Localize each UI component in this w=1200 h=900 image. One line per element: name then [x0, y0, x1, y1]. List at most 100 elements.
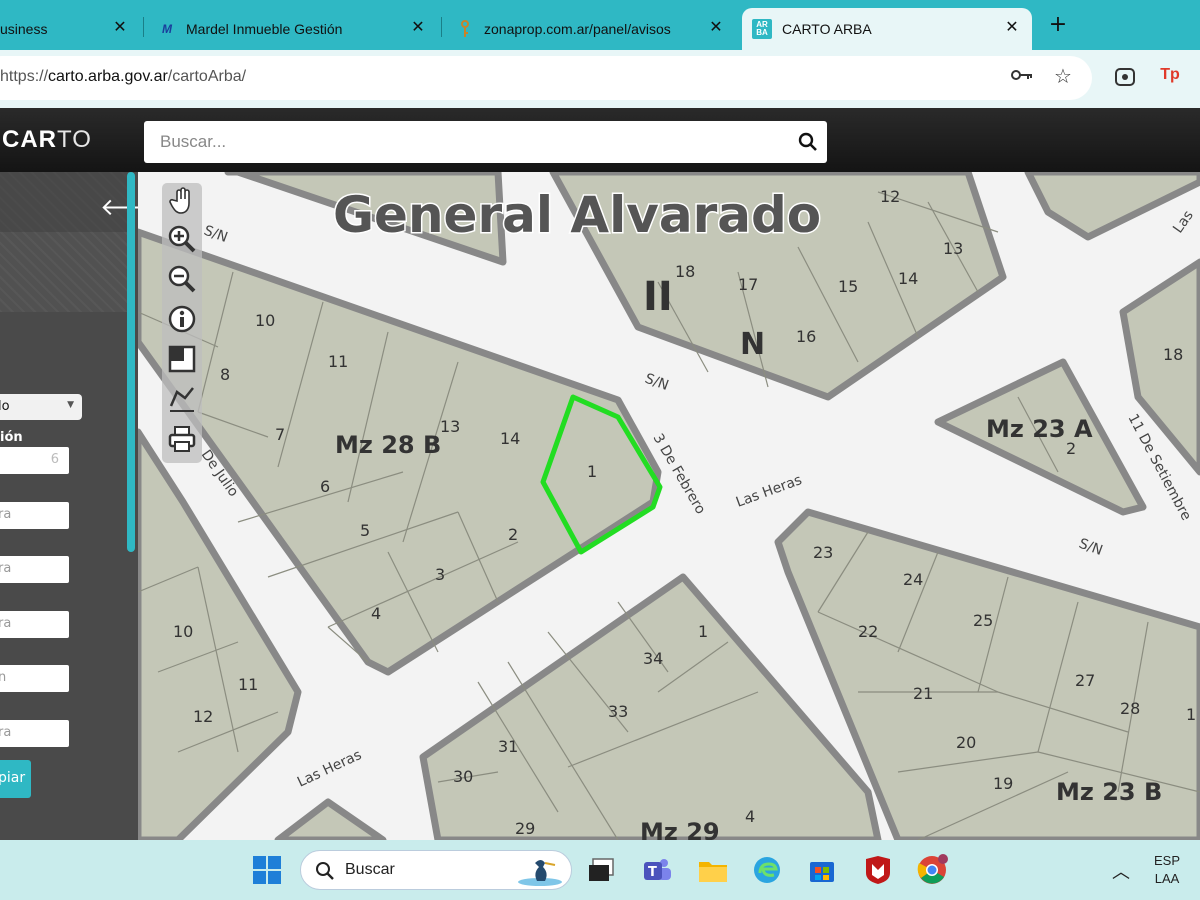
- arba-logo-icon: AR BA: [752, 19, 772, 39]
- svg-text:12: 12: [193, 707, 213, 726]
- tp-extension-icon[interactable]: Tp: [1159, 66, 1181, 88]
- field-1[interactable]: 6: [0, 447, 69, 474]
- address-bar[interactable]: https://carto.arba.gov.ar/cartoArba/ ☆: [0, 56, 1092, 100]
- tab-label: CARTO ARBA: [782, 21, 872, 37]
- svg-text:8: 8: [220, 365, 230, 384]
- svg-text:4: 4: [371, 604, 381, 623]
- svg-text:33: 33: [608, 702, 628, 721]
- tab-label: zonaprop.com.ar/panel/avisos: [484, 21, 671, 37]
- svg-text:18: 18: [1163, 345, 1183, 364]
- language-indicator[interactable]: ESP LAA: [1154, 852, 1180, 888]
- field-5[interactable]: n: [0, 665, 69, 692]
- chevron-down-icon: ▼: [67, 400, 74, 410]
- search-icon[interactable]: [797, 131, 819, 153]
- street-label: Las Heras: [734, 472, 804, 511]
- zoom-out-icon[interactable]: [166, 263, 198, 295]
- chevron-up-icon[interactable]: ︿: [1112, 858, 1130, 884]
- info-icon[interactable]: [166, 303, 198, 335]
- pan-hand-icon[interactable]: [166, 185, 198, 217]
- svg-text:19: 19: [993, 774, 1013, 793]
- svg-text:12: 12: [880, 187, 900, 206]
- task-view-icon[interactable]: [585, 854, 617, 886]
- svg-text:2: 2: [508, 525, 518, 544]
- svg-text:14: 14: [898, 269, 918, 288]
- file-explorer-icon[interactable]: [697, 854, 729, 886]
- street-label: S/N: [202, 223, 230, 246]
- svg-text:6: 6: [320, 477, 330, 496]
- search-icon: [315, 861, 335, 885]
- tab-label: usiness: [0, 21, 48, 37]
- url-text: https://carto.arba.gov.ar/cartoArba/: [0, 68, 247, 85]
- tab-business[interactable]: usiness ✕: [0, 8, 140, 50]
- tab-mardel[interactable]: M Mardel Inmueble Gestión ✕: [158, 8, 438, 50]
- svg-text:7: 7: [275, 425, 285, 444]
- svg-text:30: 30: [453, 767, 473, 786]
- extension-icon[interactable]: [1114, 66, 1136, 88]
- side-panel: 🡐 lo ▼ ión 6 ra ra ra n ra piar: [0, 172, 138, 840]
- windows-start-icon[interactable]: [251, 854, 283, 886]
- store-icon[interactable]: [806, 854, 838, 886]
- field-2[interactable]: ra: [0, 502, 69, 529]
- star-icon[interactable]: ☆: [1051, 64, 1075, 88]
- map-toolbar: [162, 183, 202, 463]
- tab-separator: [441, 17, 442, 37]
- tab-carto-arba[interactable]: AR BA CARTO ARBA ✕: [742, 8, 1032, 50]
- street-label: Las: [1170, 208, 1197, 237]
- search-input[interactable]: [160, 129, 760, 155]
- close-icon[interactable]: ✕: [1002, 17, 1022, 37]
- mcafee-icon[interactable]: [862, 854, 894, 886]
- svg-text:5: 5: [360, 521, 370, 540]
- close-icon[interactable]: ✕: [110, 17, 130, 37]
- svg-text:34: 34: [643, 649, 663, 668]
- copy-button[interactable]: piar: [0, 760, 31, 798]
- teams-icon[interactable]: T: [641, 854, 673, 886]
- close-icon[interactable]: ✕: [408, 17, 428, 37]
- svg-text:20: 20: [956, 733, 976, 752]
- close-icon[interactable]: ✕: [706, 17, 726, 37]
- svg-text:1: 1: [587, 462, 597, 481]
- field-4[interactable]: ra: [0, 611, 69, 638]
- street-label: S/N: [1077, 536, 1105, 559]
- app-header: CARTO: [0, 108, 1200, 172]
- windows-taskbar: Buscar T ︿ ESP LAA: [0, 840, 1200, 900]
- svg-text:10: 10: [255, 311, 275, 330]
- svg-text:16: 16: [796, 327, 816, 346]
- extent-icon[interactable]: [166, 343, 198, 375]
- key-icon[interactable]: [1010, 66, 1034, 87]
- svg-text:10: 10: [173, 622, 193, 641]
- taskbar-search[interactable]: Buscar: [300, 850, 572, 890]
- block-label-mz23a: Mz 23 A: [986, 415, 1093, 443]
- zoom-in-icon[interactable]: [166, 223, 198, 255]
- section-label: ión: [0, 430, 23, 445]
- svg-text:4: 4: [745, 807, 755, 826]
- svg-text:14: 14: [500, 429, 520, 448]
- bird-icon: [515, 855, 565, 891]
- search-bar: [144, 121, 827, 163]
- carto-logo: CARTO: [2, 126, 92, 153]
- svg-text:23: 23: [813, 543, 833, 562]
- search-type-select[interactable]: lo ▼: [0, 394, 82, 420]
- section-numeral-label: II: [643, 274, 673, 320]
- edge-icon[interactable]: [751, 854, 783, 886]
- svg-text:22: 22: [858, 622, 878, 641]
- panel-scrollbar[interactable]: [127, 172, 135, 552]
- cadastral-map[interactable]: General Alvarado II N Mz 28 B Mz 23 A Mz…: [138, 172, 1200, 840]
- mi-logo-icon: M: [162, 22, 172, 36]
- chrome-icon[interactable]: [916, 854, 948, 886]
- svg-text:31: 31: [498, 737, 518, 756]
- svg-text:29: 29: [515, 819, 535, 838]
- tab-separator: [143, 17, 144, 37]
- measure-icon[interactable]: [166, 383, 198, 415]
- svg-text:1: 1: [698, 622, 708, 641]
- svg-text:18: 18: [675, 262, 695, 281]
- map-canvas[interactable]: General Alvarado II N Mz 28 B Mz 23 A Mz…: [138, 172, 1200, 840]
- tab-zonaprop[interactable]: zonaprop.com.ar/panel/avisos ✕: [456, 8, 736, 50]
- taskbar-search-label: Buscar: [345, 861, 395, 878]
- block-label-mz23b: Mz 23 B: [1056, 778, 1162, 806]
- svg-text:1: 1: [1186, 705, 1196, 724]
- new-tab-button[interactable]: +: [1046, 12, 1070, 37]
- field-6[interactable]: ra: [0, 720, 69, 747]
- print-icon[interactable]: [166, 423, 198, 455]
- key-icon: [456, 20, 474, 38]
- field-3[interactable]: ra: [0, 556, 69, 583]
